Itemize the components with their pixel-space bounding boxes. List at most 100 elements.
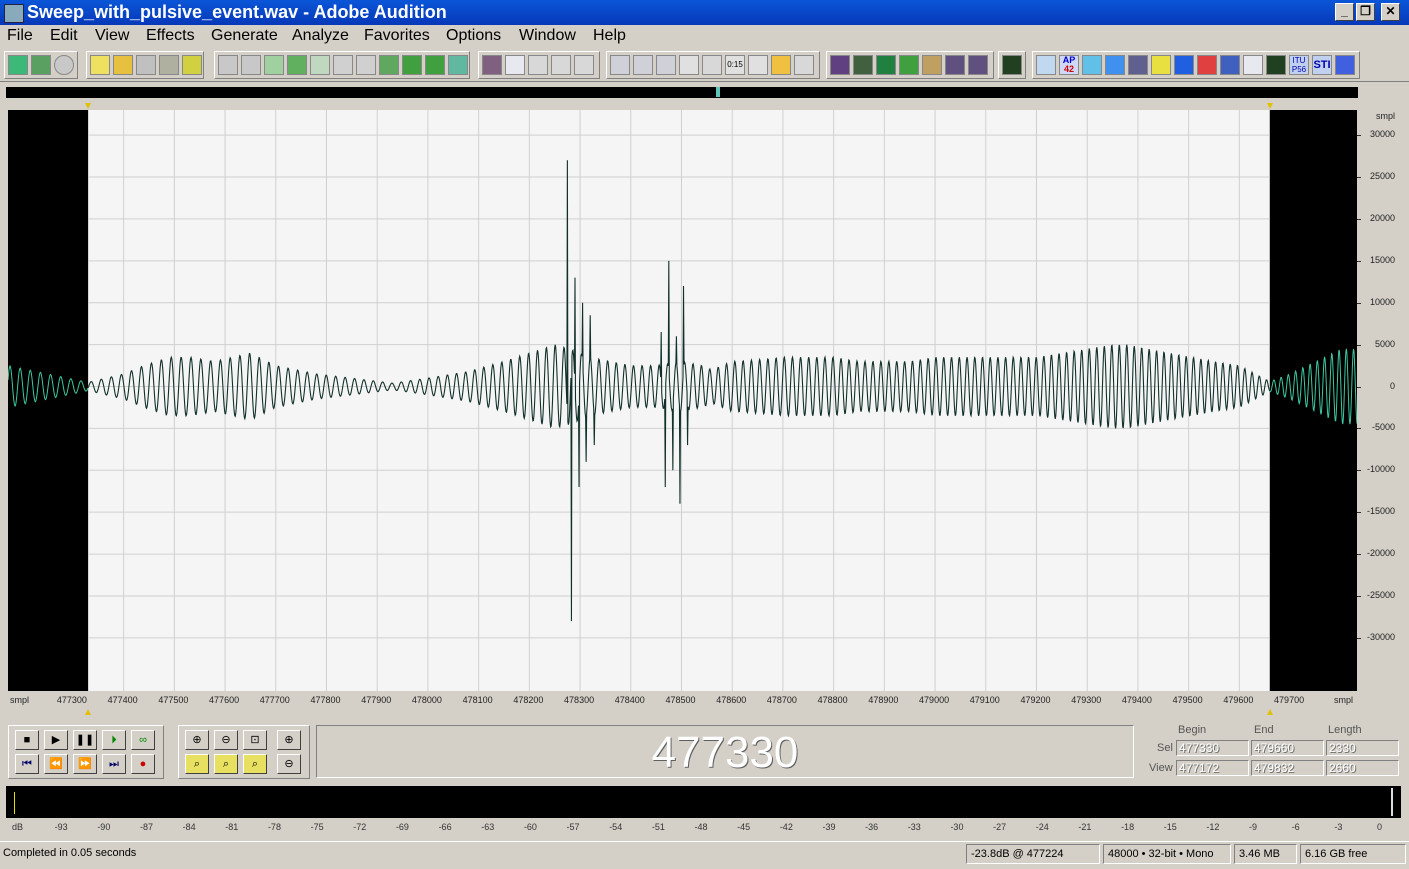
cd-view-icon[interactable] xyxy=(54,55,74,75)
menu-favorites[interactable]: Favorites xyxy=(364,27,430,45)
zoom-to-left-icon[interactable]: ⌕ xyxy=(185,754,209,774)
overview-bar[interactable] xyxy=(6,87,1358,98)
menu-edit[interactable]: Edit xyxy=(50,27,78,45)
repeat-icon[interactable] xyxy=(264,55,284,75)
plugin-ai-icon[interactable] xyxy=(1036,55,1056,75)
save-as-icon[interactable] xyxy=(159,55,179,75)
trim-icon[interactable] xyxy=(425,55,445,75)
meter-icon[interactable] xyxy=(748,55,768,75)
play-button[interactable]: ▶ xyxy=(44,730,68,750)
sel-begin-field[interactable]: 477330 xyxy=(1176,740,1249,756)
plugin-stripes-icon[interactable] xyxy=(1243,55,1263,75)
waveform-view-icon[interactable] xyxy=(8,55,28,75)
menu-options[interactable]: Options xyxy=(446,27,501,45)
menu-window[interactable]: Window xyxy=(519,27,576,45)
go-to-end-button[interactable]: ⏭ xyxy=(102,754,126,774)
organizer-icon[interactable] xyxy=(771,55,791,75)
menu-help[interactable]: Help xyxy=(593,27,626,45)
effect-irs-icon[interactable] xyxy=(853,55,873,75)
zoom-in-horizontal-icon[interactable]: ⊕ xyxy=(185,730,209,750)
paste-new-icon[interactable] xyxy=(379,55,399,75)
new-file-icon[interactable] xyxy=(90,55,110,75)
view-begin-field[interactable]: 477172 xyxy=(1176,760,1249,776)
plugin-vaps-icon[interactable] xyxy=(1105,55,1125,75)
info-icon[interactable] xyxy=(656,55,676,75)
zoom-out-horizontal-icon[interactable]: ⊖ xyxy=(214,730,238,750)
paste-icon[interactable] xyxy=(356,55,376,75)
save-icon[interactable] xyxy=(136,55,156,75)
menu-view[interactable]: View xyxy=(95,27,129,45)
waveform-chart[interactable] xyxy=(7,110,1358,691)
zero-crossing-icon[interactable] xyxy=(448,55,468,75)
window-icon[interactable] xyxy=(610,55,630,75)
fast-forward-button[interactable]: ⏩ xyxy=(73,754,97,774)
effect-wave-icon[interactable] xyxy=(899,55,919,75)
plugin-grid-icon[interactable] xyxy=(1128,55,1148,75)
open-file-icon[interactable] xyxy=(113,55,133,75)
menu-analyze[interactable]: Analyze xyxy=(292,27,349,45)
plugin-bars-icon[interactable] xyxy=(1220,55,1240,75)
multitrack-view-icon[interactable] xyxy=(31,55,51,75)
marker-icon[interactable] xyxy=(505,55,525,75)
plugin-itu-p56-icon[interactable]: ITU P56 xyxy=(1289,55,1309,75)
plugin-sti-icon[interactable]: STI xyxy=(1312,55,1332,75)
zoom-selection-icon[interactable]: ⌕ xyxy=(243,754,267,774)
selection-boundary-bottom-marker[interactable] xyxy=(1266,709,1273,715)
redo-icon[interactable] xyxy=(241,55,261,75)
zoom-to-right-icon[interactable]: ⌕ xyxy=(214,754,238,774)
waveform-display[interactable] xyxy=(7,110,1358,691)
plugin-yellow-icon[interactable] xyxy=(1151,55,1171,75)
minimize-button[interactable]: _ xyxy=(1335,3,1354,21)
save-all-icon[interactable] xyxy=(182,55,202,75)
channel-icon[interactable] xyxy=(574,55,594,75)
restore-button[interactable]: ❐ xyxy=(1356,3,1375,21)
properties-icon[interactable] xyxy=(794,55,814,75)
record-button[interactable]: ● xyxy=(131,754,155,774)
zoom-tool-icon[interactable] xyxy=(702,55,722,75)
go-to-start-button[interactable]: ⏮ xyxy=(15,754,39,774)
plugin-last-icon[interactable] xyxy=(1335,55,1355,75)
mix-paste-icon[interactable] xyxy=(402,55,422,75)
cut-icon[interactable] xyxy=(333,55,353,75)
app-icon[interactable] xyxy=(4,4,24,23)
pause-button[interactable]: ❚❚ xyxy=(73,730,97,750)
sel-length-field[interactable]: 2330 xyxy=(1326,740,1399,756)
stop-button[interactable]: ■ xyxy=(15,730,39,750)
effect-envelope-icon[interactable] xyxy=(922,55,942,75)
zoom-in-vertical-icon[interactable]: ⊕ xyxy=(277,730,301,750)
grid-icon[interactable] xyxy=(551,55,571,75)
time-ruler[interactable]: smpl smpl 477300 477400 477500 477600 477700… xyxy=(8,692,1357,708)
loop-button[interactable]: ∞ xyxy=(131,730,155,750)
select-icon[interactable] xyxy=(287,55,307,75)
effect-filter-icon[interactable] xyxy=(968,55,988,75)
copy-icon[interactable] xyxy=(310,55,330,75)
zoom-out-vertical-icon[interactable]: ⊖ xyxy=(277,754,301,774)
effect-normalize-icon[interactable] xyxy=(945,55,965,75)
overview-view-marker[interactable] xyxy=(716,87,720,97)
level-meter[interactable] xyxy=(6,786,1401,818)
frequency-icon[interactable] xyxy=(633,55,653,75)
play-cursor-icon[interactable] xyxy=(679,55,699,75)
close-button[interactable]: ✕ xyxy=(1381,3,1400,21)
selection-boundary-top-marker[interactable] xyxy=(1266,103,1273,109)
scope-icon[interactable] xyxy=(1002,55,1022,75)
plugin-blue-icon[interactable] xyxy=(1174,55,1194,75)
plugin-dark-icon[interactable] xyxy=(1266,55,1286,75)
plugin-ap42-icon[interactable]: AP 42 xyxy=(1059,55,1079,75)
menu-file[interactable]: File xyxy=(7,27,33,45)
undo-icon[interactable] xyxy=(218,55,238,75)
rewind-button[interactable]: ⏪ xyxy=(44,754,68,774)
effect-mls-icon[interactable] xyxy=(876,55,896,75)
plugin-mv-icon[interactable] xyxy=(1082,55,1102,75)
play-to-end-button[interactable]: ⏵ xyxy=(102,730,126,750)
selection-boundary-bottom-marker[interactable] xyxy=(85,709,92,715)
envelope-tool-icon[interactable] xyxy=(482,55,502,75)
sel-end-field[interactable]: 479660 xyxy=(1251,740,1324,756)
menu-effects[interactable]: Effects xyxy=(146,27,195,45)
view-end-field[interactable]: 479832 xyxy=(1251,760,1324,776)
menu-generate[interactable]: Generate xyxy=(211,27,278,45)
selection-boundary-top-marker[interactable] xyxy=(85,103,92,109)
plugin-red-icon[interactable] xyxy=(1197,55,1217,75)
time-format-icon[interactable]: 0:15 xyxy=(725,55,745,75)
zoom-full-icon[interactable]: ⊡ xyxy=(243,730,267,750)
